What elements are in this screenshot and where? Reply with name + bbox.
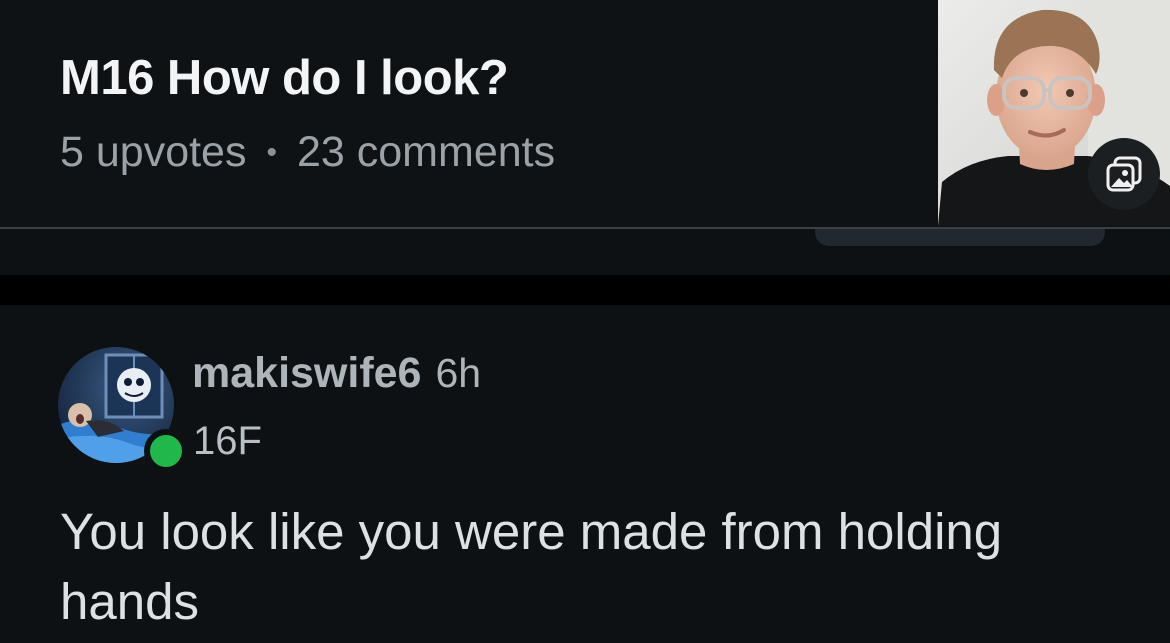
comment-count[interactable]: 23 comments <box>297 128 555 177</box>
meta-separator: • <box>266 135 277 169</box>
scroll-handle[interactable] <box>815 229 1105 246</box>
comment-username[interactable]: makiswife6 <box>192 349 421 398</box>
upvote-count: 5 upvotes <box>60 128 247 176</box>
comment-author-line: makiswife6 6h <box>192 349 481 398</box>
comment: makiswife6 6h 16F You look like you were… <box>0 305 1170 643</box>
comment-body: You look like you were made from holding… <box>60 503 1003 630</box>
comment-timestamp: 6h <box>435 350 482 396</box>
user-flair: 16F <box>193 419 262 463</box>
section-divider <box>0 275 1170 305</box>
online-status-indicator <box>144 429 188 473</box>
gallery-icon[interactable] <box>1088 138 1160 210</box>
avatar-wrap[interactable] <box>58 347 188 473</box>
post-meta: 5 upvotes • 23 comments <box>60 128 555 177</box>
post-title[interactable]: M16 How do I look? <box>60 50 509 106</box>
